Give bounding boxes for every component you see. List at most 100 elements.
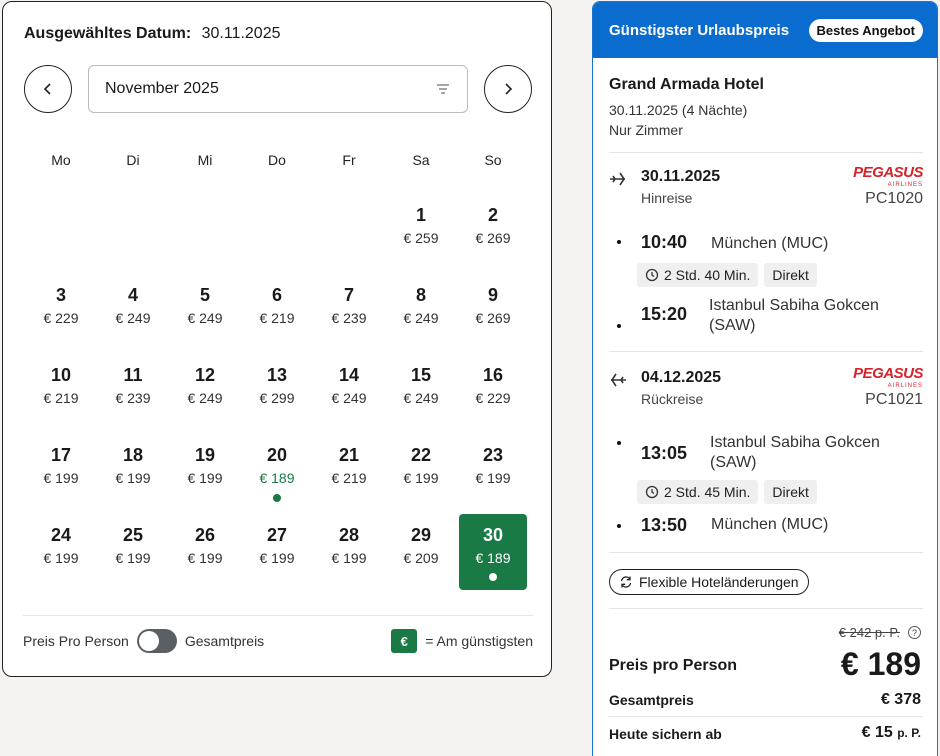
divider — [609, 608, 923, 609]
day-price: € 199 — [475, 470, 511, 486]
prev-month-button[interactable] — [24, 65, 72, 113]
calendar-day[interactable]: 30 € 189 — [457, 514, 529, 594]
next-month-button[interactable] — [484, 65, 532, 113]
day-number: 3 — [55, 285, 66, 305]
outbound-details: 2 Std. 40 Min. Direkt — [637, 263, 817, 287]
divider — [609, 716, 923, 717]
calendar-day[interactable]: 6 € 219 — [241, 274, 313, 354]
day-number: 11 — [123, 365, 143, 385]
calendar-empty-cell — [241, 194, 313, 274]
calendar-day[interactable]: 3 € 229 — [25, 274, 97, 354]
day-number: 30 — [482, 525, 504, 545]
calendar-day[interactable]: 14 € 249 — [313, 354, 385, 434]
calendar-day[interactable]: 20 € 189 — [241, 434, 313, 514]
stops-chip: Direkt — [764, 263, 817, 287]
refresh-icon — [620, 576, 632, 588]
calendar-day[interactable]: 29 € 209 — [385, 514, 457, 594]
weekday-label: Mo — [51, 152, 71, 168]
day-price: € 219 — [331, 470, 367, 486]
day-price: € 299 — [259, 390, 295, 406]
day-number: 9 — [487, 285, 498, 305]
month-select[interactable]: November 2025 — [88, 65, 468, 113]
divider — [609, 552, 923, 553]
calendar-day[interactable]: 21 € 219 — [313, 434, 385, 514]
outbound-arrival-time: 15:20 — [641, 304, 688, 324]
calendar-day[interactable]: 26 € 199 — [169, 514, 241, 594]
day-price: € 239 — [115, 390, 151, 406]
calendar-day[interactable]: 16 € 229 — [457, 354, 529, 434]
calendar-day[interactable]: 25 € 199 — [97, 514, 169, 594]
day-number: 14 — [338, 365, 360, 385]
calendar-day[interactable]: 12 € 249 — [169, 354, 241, 434]
day-number: 27 — [266, 525, 288, 545]
price-mode-toggle[interactable] — [136, 629, 177, 653]
calendar-day[interactable]: 9 € 269 — [457, 274, 529, 354]
offer-header: Günstigster Urlaubspreis Bestes Angebot — [593, 2, 937, 58]
calendar-day[interactable]: 8 € 249 — [385, 274, 457, 354]
calendar-day[interactable]: 5 € 249 — [169, 274, 241, 354]
day-price: € 219 — [259, 310, 295, 326]
calendar-day[interactable]: 19 € 199 — [169, 434, 241, 514]
info-icon[interactable]: ? — [908, 626, 921, 639]
day-number: 16 — [482, 365, 504, 385]
inbound-type: Rückreise — [641, 391, 704, 407]
offer-header-title: Günstigster Urlaubspreis — [609, 21, 790, 39]
plane-departure-icon — [610, 172, 625, 186]
airline-logo: PEGASUS AIRLINES — [853, 365, 923, 389]
calendar-empty-cell — [313, 194, 385, 274]
chevron-left-icon — [43, 83, 51, 95]
hotel-info: Grand Armada Hotel 30.11.2025 (4 Nächte)… — [593, 58, 937, 140]
best-offer-badge: Bestes Angebot — [808, 18, 923, 42]
calendar-day[interactable]: 18 € 199 — [97, 434, 169, 514]
calendar-empty-cell — [169, 194, 241, 274]
weekday-label: Sa — [412, 152, 430, 168]
stop-dot — [617, 240, 621, 244]
day-number: 23 — [482, 445, 504, 465]
day-number: 18 — [122, 445, 144, 465]
inbound-arrival-place: München (MUC) — [711, 516, 829, 533]
day-number: 21 — [338, 445, 360, 465]
calendar-day[interactable]: 7 € 239 — [313, 274, 385, 354]
day-number: 26 — [194, 525, 216, 545]
plane-return-icon — [611, 373, 626, 387]
day-price: € 229 — [475, 390, 511, 406]
clock-icon — [645, 485, 659, 499]
calendar-day[interactable]: 22 € 199 — [385, 434, 457, 514]
day-number: 7 — [343, 285, 354, 305]
day-price: € 199 — [43, 550, 79, 566]
day-price: € 199 — [187, 550, 223, 566]
calendar-day[interactable]: 4 € 249 — [97, 274, 169, 354]
total-price-label: Gesamtpreis — [184, 633, 265, 649]
flexible-hotel-changes-button[interactable]: Flexible Hoteländerungen — [609, 569, 809, 595]
calendar-day[interactable]: 23 € 199 — [457, 434, 529, 514]
day-price: € 199 — [187, 470, 223, 486]
calendar-day[interactable]: 11 € 239 — [97, 354, 169, 434]
calendar-day[interactable]: 28 € 199 — [313, 514, 385, 594]
day-price: € 219 — [43, 390, 79, 406]
calendar-day[interactable]: 27 € 199 — [241, 514, 313, 594]
outbound-date: 30.11.2025 — [641, 168, 721, 185]
calendar-day[interactable]: 15 € 249 — [385, 354, 457, 434]
calendar-day[interactable]: 13 € 299 — [241, 354, 313, 434]
total-price-label: Gesamtpreis — [609, 692, 694, 708]
date-calendar: Ausgewähltes Datum: 30.11.2025 November … — [2, 1, 552, 677]
day-number: 10 — [50, 365, 72, 385]
day-number: 5 — [199, 285, 210, 305]
duration-chip: 2 Std. 45 Min. — [637, 480, 759, 504]
calendar-day[interactable]: 10 € 219 — [25, 354, 97, 434]
day-price: € 199 — [115, 550, 151, 566]
inbound-departure-place: Istanbul Sabiha Gokcen (SAW) — [710, 434, 880, 471]
list-filter-icon — [437, 84, 449, 94]
day-price: € 259 — [403, 230, 439, 246]
calendar-day[interactable]: 24 € 199 — [25, 514, 97, 594]
calendar-day[interactable]: 2 € 269 — [457, 194, 529, 274]
inbound-departure-time: 13:05 — [641, 443, 688, 463]
hotel-dates: 30.11.2025 (4 Nächte) — [609, 102, 748, 118]
inbound-flight-number: PC1021 — [865, 391, 923, 408]
day-number: 13 — [266, 365, 288, 385]
day-number: 4 — [127, 285, 138, 305]
day-number: 6 — [271, 285, 282, 305]
calendar-day[interactable]: 17 € 199 — [25, 434, 97, 514]
day-price: € 199 — [43, 470, 79, 486]
calendar-day[interactable]: 1 € 259 — [385, 194, 457, 274]
